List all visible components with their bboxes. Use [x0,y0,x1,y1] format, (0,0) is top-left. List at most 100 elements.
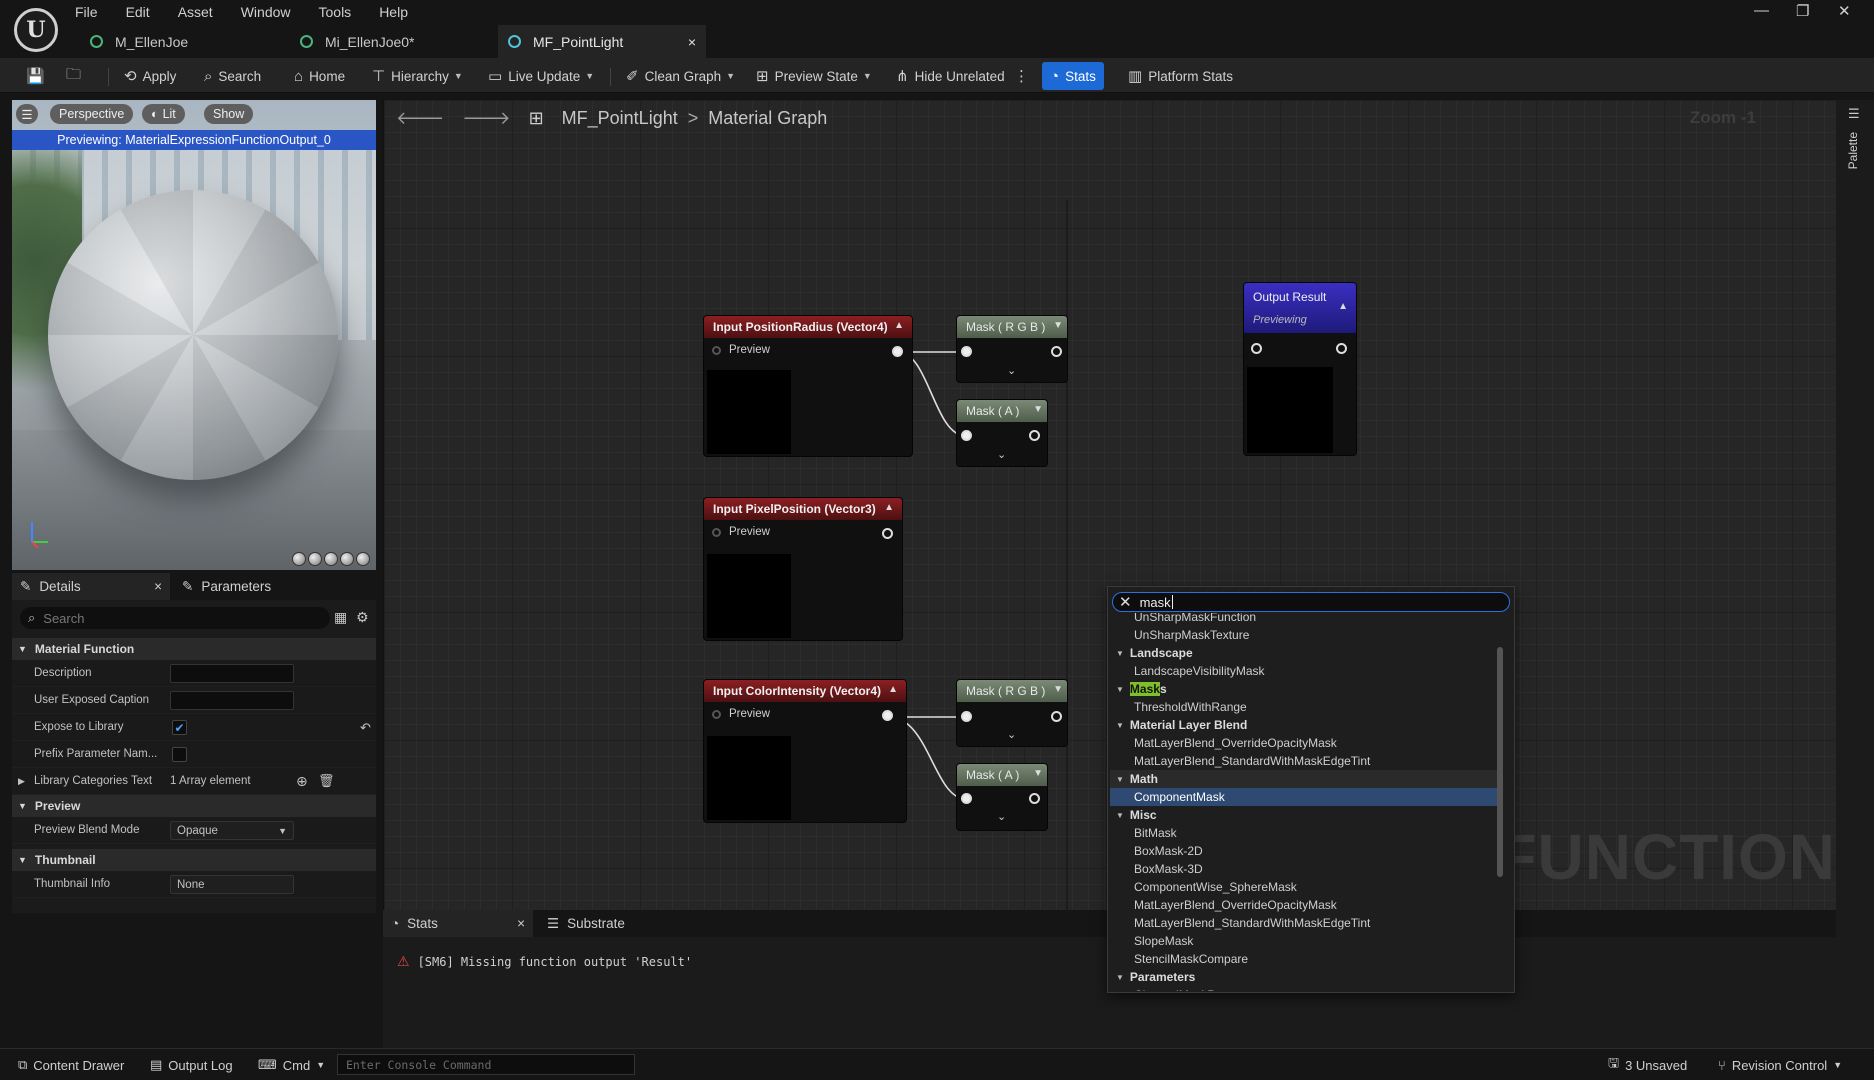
chevron-down-icon[interactable]: ▼ [1033,404,1043,415]
popup-result-item[interactable]: StencilMaskCompare [1110,950,1500,968]
expand-icon[interactable]: ⌄ [997,448,1006,461]
menu-file[interactable]: File [75,4,98,20]
popup-result-item[interactable]: ComponentWise_SphereMask [1110,878,1500,896]
unsaved-button[interactable]: 🖫 3 Unsaved [1608,1055,1687,1075]
expand-icon[interactable]: ⌄ [1007,728,1016,741]
stats-button[interactable]: ◔ Stats [1042,62,1104,90]
chevron-down-icon[interactable]: ▼ [1116,973,1124,982]
output-pin[interactable] [882,528,893,539]
prop-library-categories[interactable]: ▶ Library Categories Text 1 Array element ⊕… [12,768,376,795]
popup-result-item[interactable]: UnSharpMaskTexture [1110,626,1500,644]
preview-pin[interactable] [712,527,721,537]
hide-unrelated-button[interactable]: ⋔ Hide Unrelated [896,64,1005,88]
menu-asset[interactable]: Asset [178,4,213,20]
chevron-down-icon[interactable]: ▼ [1116,685,1124,694]
user-exposed-caption-field[interactable] [170,691,294,710]
expand-icon[interactable]: ⌄ [997,810,1006,823]
tab-mf-pointlight[interactable]: MF_PointLight × [498,25,706,58]
popup-result-item[interactable]: ComponentMask [1110,788,1500,806]
search-button[interactable]: ⌕ Search [204,64,261,88]
popup-result-item[interactable]: ChannelMaskParameter [1110,986,1500,991]
output-pin[interactable] [882,710,893,721]
lit-button[interactable]: ◐ Lit [142,104,185,124]
prefix-parameter-checkbox[interactable] [172,747,187,762]
output-pin[interactable] [1029,793,1040,804]
preview-state-button[interactable]: ⊞ Preview State ▼ [756,64,872,88]
clear-search-icon[interactable]: ✕ [1119,593,1132,611]
gear-icon[interactable]: ⚙ [356,609,369,626]
save-button[interactable]: 💾 [26,64,51,88]
output-pin[interactable] [1336,343,1347,354]
restore-icon[interactable]: ❐ [1796,2,1809,20]
browse-button[interactable]: 🗀 [66,64,87,88]
table-view-icon[interactable]: ▦ [334,609,347,626]
hierarchy-button[interactable]: ⊤ Hierarchy ▼ [372,64,463,88]
back-arrow-icon[interactable]: 🡐 [396,108,444,129]
graph-hierarchy-icon[interactable]: ⊞ [529,108,544,129]
section-thumbnail[interactable]: ▼ Thumbnail [12,849,376,871]
popup-result-item[interactable]: BoxMask-3D [1110,860,1500,878]
more-options-icon[interactable]: ⋮ [1014,64,1035,88]
preview-mesh-icons[interactable] [290,552,370,566]
revision-control-button[interactable]: ⑂ Revision Control ▼ [1718,1055,1842,1075]
tab-details[interactable]: ✎ Details × [12,573,170,600]
output-pin[interactable] [1051,346,1062,357]
output-log-button[interactable]: ▤ Output Log [150,1055,233,1075]
popup-category[interactable]: ▼ Parameters [1110,968,1500,986]
live-update-button[interactable]: ▭ Live Update ▼ [488,64,594,88]
node-input-pixel-position[interactable]: Input PixelPosition (Vector3) ▲ Preview [704,498,902,640]
input-pin[interactable] [961,430,972,441]
chevron-down-icon[interactable]: ▼ [1053,320,1063,331]
popup-category[interactable]: ▼ Landscape [1110,644,1500,662]
section-material-function[interactable]: ▼ Material Function [12,638,376,660]
popup-search-input[interactable]: ✕ mask [1112,592,1510,612]
chevron-up-icon[interactable]: ▲ [894,320,904,331]
popup-result-item[interactable]: SlopeMask [1110,932,1500,950]
node-mask-a[interactable]: Mask ( A ) ▼ ⌄ [957,400,1047,466]
popup-category[interactable]: ▼ Math [1110,770,1500,788]
node-mask-a[interactable]: Mask ( A ) ▼ ⌄ [957,764,1047,830]
output-pin[interactable] [1029,430,1040,441]
trash-icon[interactable]: 🗑 [318,773,335,789]
chevron-up-icon[interactable]: ▲ [884,502,894,513]
palette-tab[interactable]: Palette [1846,132,1860,169]
tab-close-icon[interactable]: × [154,579,162,594]
chevron-down-icon[interactable]: ▼ [1053,684,1063,695]
popup-result-item[interactable]: MatLayerBlend_StandardWithMaskEdgeTint [1110,914,1500,932]
chevron-down-icon[interactable]: ▼ [1116,721,1124,730]
popup-result-item[interactable]: ThresholdWithRange [1110,698,1500,716]
tab-m-ellenjoe[interactable]: M_EllenJoe [80,25,280,58]
cmd-button[interactable]: ⌨ Cmd ▼ [258,1055,325,1075]
platform-stats-button[interactable]: ▥ Platform Stats [1128,64,1233,88]
preview-blend-mode-select[interactable]: Opaque ▼ [170,821,294,840]
chevron-down-icon[interactable]: ▼ [1033,768,1043,779]
input-pin[interactable] [961,346,972,357]
content-drawer-button[interactable]: ⧉ Content Drawer [18,1055,124,1075]
input-pin[interactable] [1251,343,1262,354]
node-output-result[interactable]: Output Result Previewing ▲ [1244,283,1356,455]
tab-close-icon[interactable]: × [517,916,525,931]
thumbnail-info-field[interactable]: None [170,875,294,894]
chevron-up-icon[interactable]: ▲ [1338,301,1348,312]
popup-category[interactable]: ▼ Misc [1110,806,1500,824]
chevron-down-icon[interactable]: ▼ [1116,649,1124,658]
popup-result-item[interactable]: BoxMask-2D [1110,842,1500,860]
show-button[interactable]: Show [204,104,254,124]
menu-window[interactable]: Window [241,4,291,20]
popup-result-item[interactable]: MatLayerBlend_OverrideOpacityMask [1110,734,1500,752]
crumb-asset[interactable]: MF_PointLight [562,108,678,129]
tab-substrate[interactable]: ☰ Substrate [539,910,659,937]
details-search-input[interactable]: ⌕ Search [20,607,330,629]
popup-result-item[interactable]: MatLayerBlend_StandardWithMaskEdgeTint [1110,752,1500,770]
palette-menu-icon[interactable]: ☰ [1848,106,1860,122]
menu-tools[interactable]: Tools [319,4,352,20]
description-field[interactable] [170,664,294,683]
tab-parameters[interactable]: ✎ Parameters [174,573,314,600]
perspective-button[interactable]: Perspective [50,104,134,124]
node-mask-rgb[interactable]: Mask ( R G B ) ▼ ⌄ [957,680,1067,746]
tab-mi-ellenjoe0[interactable]: Mi_EllenJoe0* [290,25,490,58]
popup-scrollbar[interactable] [1497,647,1503,877]
section-preview[interactable]: ▼ Preview [12,795,376,817]
input-pin[interactable] [961,793,972,804]
preview-pin[interactable] [712,345,721,355]
